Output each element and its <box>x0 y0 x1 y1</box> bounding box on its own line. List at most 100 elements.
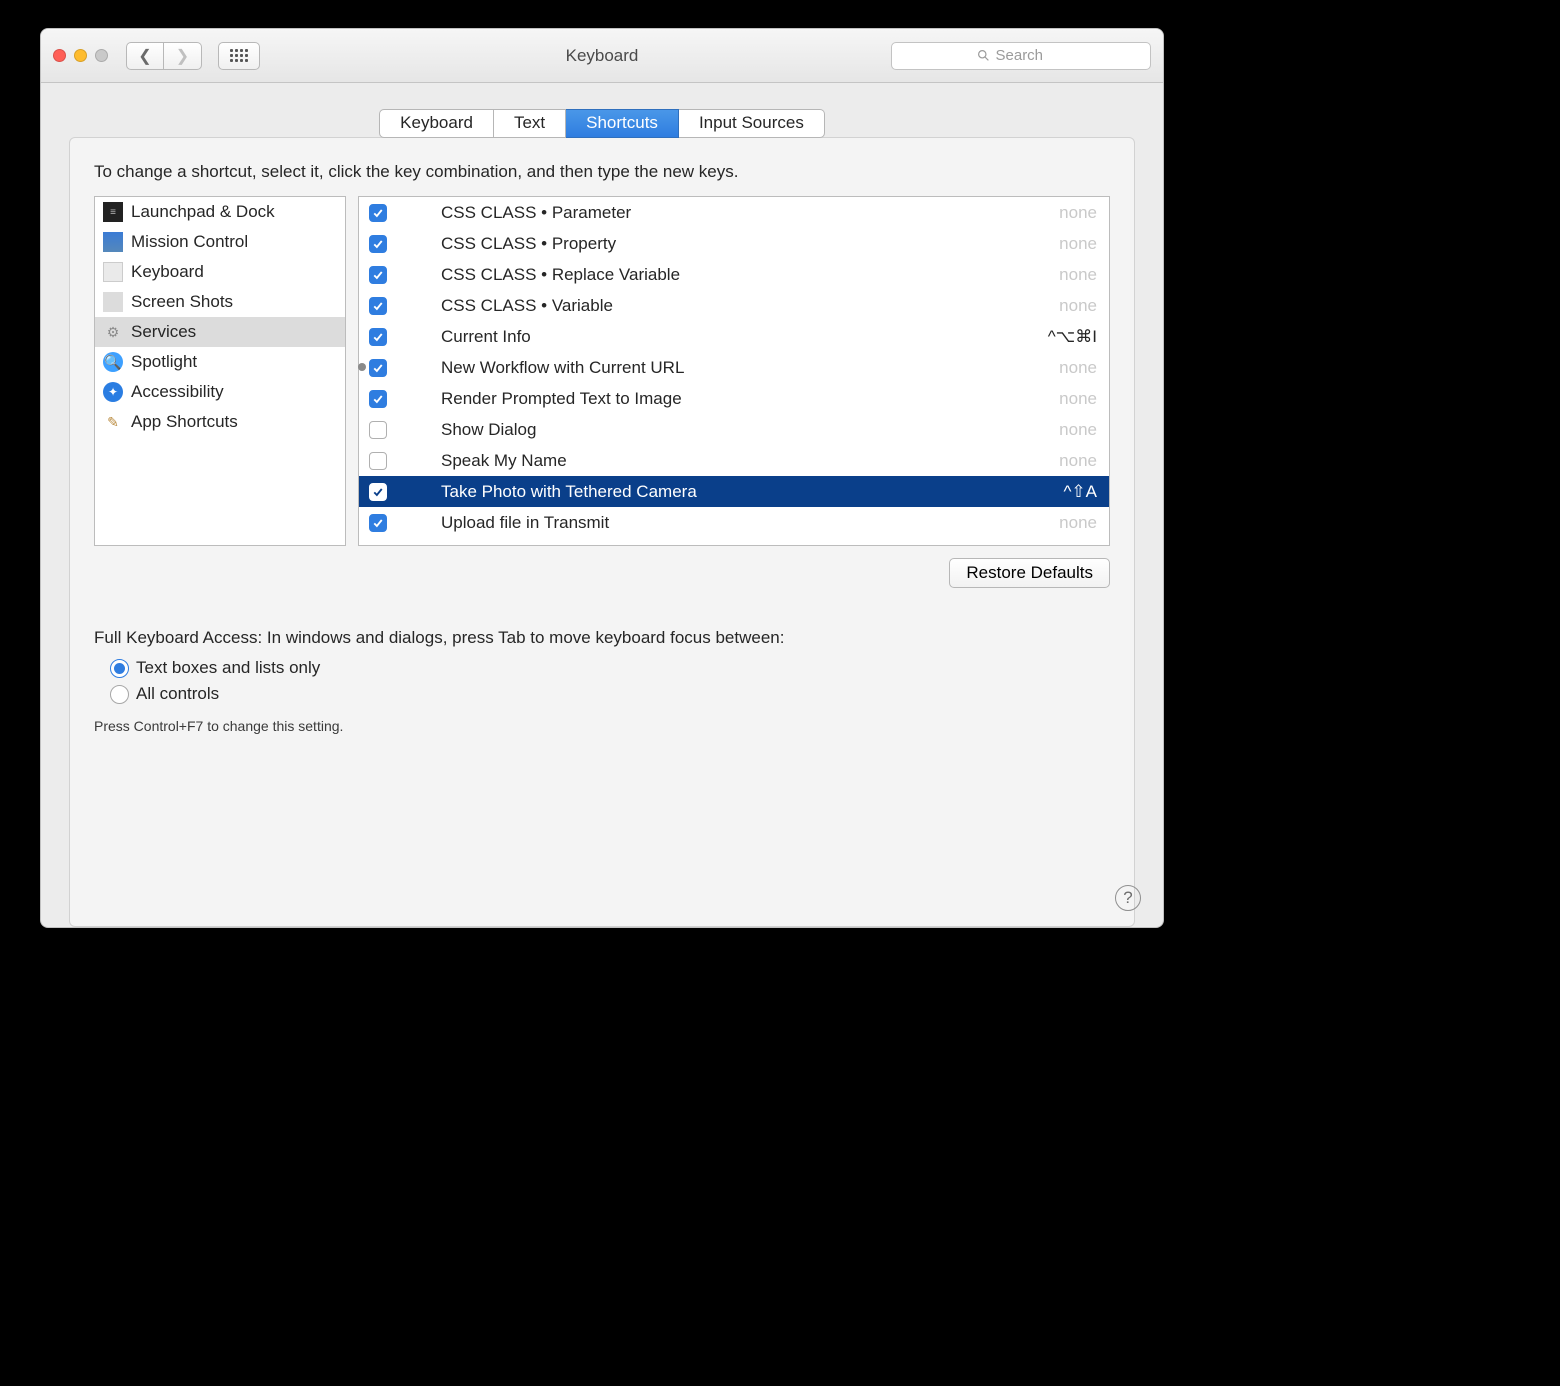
shortcut-row[interactable]: CSS CLASS • Propertynone <box>359 228 1109 259</box>
shortcut-key[interactable]: none <box>1059 358 1097 378</box>
shortcut-key[interactable]: none <box>1059 451 1097 471</box>
shortcut-checkbox[interactable] <box>369 328 387 346</box>
radio-indicator <box>110 659 129 678</box>
shortcut-key[interactable]: none <box>1059 234 1097 254</box>
shortcut-checkbox[interactable] <box>369 235 387 253</box>
shortcut-checkbox[interactable] <box>369 483 387 501</box>
tab-bar: Keyboard Text Shortcuts Input Sources <box>69 109 1135 138</box>
shortcut-label: CSS CLASS • Property <box>441 234 1059 254</box>
accessibility-icon: ✦ <box>103 382 123 402</box>
close-button[interactable] <box>53 49 66 62</box>
shortcut-key[interactable]: none <box>1059 203 1097 223</box>
shortcut-row[interactable]: CSS CLASS • Parameternone <box>359 197 1109 228</box>
sidebar-item-accessibility[interactable]: ✦ Accessibility <box>95 377 345 407</box>
fka-radio-group: Text boxes and lists only All controls <box>110 658 1110 704</box>
shortcut-label: Speak My Name <box>441 451 1059 471</box>
tab-text[interactable]: Text <box>494 109 566 138</box>
shortcut-label: CSS CLASS • Variable <box>441 296 1059 316</box>
shortcut-row[interactable]: CSS CLASS • Replace Variablenone <box>359 259 1109 290</box>
restore-defaults-button[interactable]: Restore Defaults <box>949 558 1110 588</box>
radio-all-controls[interactable]: All controls <box>110 684 1110 704</box>
sidebar-item-services[interactable]: ⚙ Services <box>95 317 345 347</box>
shortcut-key[interactable]: none <box>1059 265 1097 285</box>
shortcut-key[interactable]: none <box>1059 513 1097 533</box>
radio-indicator <box>110 685 129 704</box>
shortcut-checkbox[interactable] <box>369 297 387 315</box>
tab-input-sources[interactable]: Input Sources <box>679 109 825 138</box>
traffic-lights <box>53 49 108 62</box>
shortcut-checkbox[interactable] <box>369 266 387 284</box>
shortcut-key[interactable]: ^⇧A <box>1063 482 1097 502</box>
shortcut-row[interactable]: Take Photo with Tethered Camera^⇧A <box>359 476 1109 507</box>
shortcut-checkbox[interactable] <box>369 421 387 439</box>
sidebar-item-launchpad[interactable]: ≡ Launchpad & Dock <box>95 197 345 227</box>
tab-shortcuts[interactable]: Shortcuts <box>566 109 679 138</box>
gear-icon: ⚙ <box>103 322 123 342</box>
zoom-button[interactable] <box>95 49 108 62</box>
search-input[interactable] <box>996 47 1066 64</box>
content-area: Keyboard Text Shortcuts Input Sources To… <box>41 83 1163 927</box>
sidebar-item-label: Screen Shots <box>131 292 233 312</box>
split-handle[interactable] <box>358 363 366 371</box>
shortcut-checkbox[interactable] <box>369 514 387 532</box>
shortcut-checkbox[interactable] <box>369 204 387 222</box>
radio-label: All controls <box>136 684 219 704</box>
launchpad-icon: ≡ <box>103 202 123 222</box>
search-field[interactable] <box>891 42 1151 70</box>
radio-label: Text boxes and lists only <box>136 658 320 678</box>
shortcut-checkbox[interactable] <box>369 452 387 470</box>
forward-button[interactable]: ❯ <box>164 42 202 70</box>
sidebar-item-keyboard[interactable]: Keyboard <box>95 257 345 287</box>
shortcut-row[interactable]: Speak My Namenone <box>359 445 1109 476</box>
shortcut-row[interactable]: Show Dialognone <box>359 414 1109 445</box>
split-view: ≡ Launchpad & Dock Mission Control Keybo… <box>94 196 1110 546</box>
shortcut-row[interactable]: New Workflow with Current URLnone <box>359 352 1109 383</box>
sidebar-item-mission-control[interactable]: Mission Control <box>95 227 345 257</box>
shortcut-label: Show Dialog <box>441 420 1059 440</box>
shortcut-key[interactable]: ^⌥⌘I <box>1048 327 1097 347</box>
chevron-left-icon: ❮ <box>138 46 151 66</box>
mission-control-icon <box>103 232 123 252</box>
back-button[interactable]: ❮ <box>126 42 164 70</box>
search-icon <box>977 49 990 62</box>
sidebar-item-label: Spotlight <box>131 352 197 372</box>
shortcut-checkbox[interactable] <box>369 390 387 408</box>
sidebar-item-app-shortcuts[interactable]: ✎ App Shortcuts <box>95 407 345 437</box>
help-button[interactable]: ? <box>1115 885 1141 911</box>
sidebar-item-label: App Shortcuts <box>131 412 238 432</box>
prefs-window: ❮ ❯ Keyboard Keyboard Text Shortcuts Inp… <box>40 28 1164 928</box>
sidebar-item-label: Mission Control <box>131 232 248 252</box>
radio-text-boxes-only[interactable]: Text boxes and lists only <box>110 658 1110 678</box>
shortcut-checkbox[interactable] <box>369 359 387 377</box>
full-keyboard-access-text: Full Keyboard Access: In windows and dia… <box>94 628 1110 648</box>
instruction-text: To change a shortcut, select it, click t… <box>94 162 1110 182</box>
shortcut-label: CSS CLASS • Replace Variable <box>441 265 1059 285</box>
shortcut-key[interactable]: none <box>1059 420 1097 440</box>
shortcut-label: Take Photo with Tethered Camera <box>441 482 1063 502</box>
sidebar-item-label: Launchpad & Dock <box>131 202 275 222</box>
show-all-button[interactable] <box>218 42 260 70</box>
sidebar-item-label: Accessibility <box>131 382 224 402</box>
sidebar-item-label: Services <box>131 322 196 342</box>
tab-keyboard[interactable]: Keyboard <box>379 109 494 138</box>
spotlight-icon: 🔍 <box>103 352 123 372</box>
shortcut-key[interactable]: none <box>1059 389 1097 409</box>
nav-buttons: ❮ ❯ <box>126 42 202 70</box>
sidebar-item-screen-shots[interactable]: Screen Shots <box>95 287 345 317</box>
minimize-button[interactable] <box>74 49 87 62</box>
shortcut-label: Current Info <box>441 327 1048 347</box>
shortcuts-panel: To change a shortcut, select it, click t… <box>69 137 1135 927</box>
app-shortcuts-icon: ✎ <box>103 412 123 432</box>
shortcut-key[interactable]: none <box>1059 296 1097 316</box>
shortcut-row[interactable]: CSS CLASS • Variablenone <box>359 290 1109 321</box>
titlebar: ❮ ❯ Keyboard <box>41 29 1163 83</box>
shortcut-row[interactable]: Render Prompted Text to Imagenone <box>359 383 1109 414</box>
chevron-right-icon: ❯ <box>176 46 189 66</box>
shortcuts-list[interactable]: CSS CLASS • ParameternoneCSS CLASS • Pro… <box>358 196 1110 546</box>
shortcut-row[interactable]: Current Info^⌥⌘I <box>359 321 1109 352</box>
shortcut-row[interactable]: Upload file in Transmitnone <box>359 507 1109 538</box>
category-list[interactable]: ≡ Launchpad & Dock Mission Control Keybo… <box>94 196 346 546</box>
camera-icon <box>103 292 123 312</box>
sidebar-item-spotlight[interactable]: 🔍 Spotlight <box>95 347 345 377</box>
grid-icon <box>230 49 248 62</box>
